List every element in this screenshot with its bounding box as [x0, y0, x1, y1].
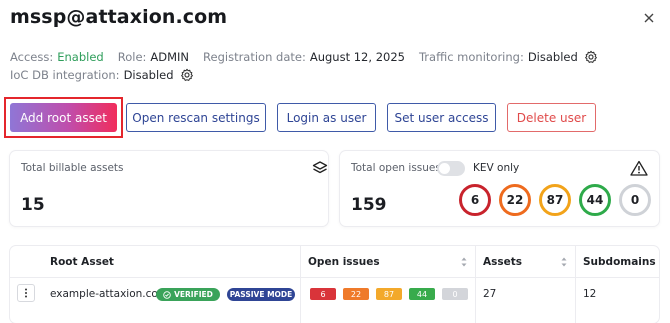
- registration-value: August 12, 2025: [309, 50, 405, 64]
- critical-issue-count[interactable]: 6: [310, 288, 336, 300]
- traffic-settings-gear-icon[interactable]: [584, 50, 598, 64]
- traffic-value: Disabled: [527, 50, 578, 64]
- add-root-asset-highlight: Add root asset: [4, 97, 123, 138]
- page-title: mssp@attaxion.com: [10, 6, 228, 28]
- high-issues-ring[interactable]: 22: [499, 184, 531, 216]
- delete-user-button[interactable]: Delete user: [507, 103, 596, 132]
- ioc-meta-row: IoC DB integration: Disabled: [10, 68, 194, 82]
- ioc-settings-gear-icon[interactable]: [180, 68, 194, 82]
- subdomains-count: 12: [583, 287, 597, 300]
- billable-value: 15: [21, 195, 45, 215]
- login-as-user-button[interactable]: Login as user: [277, 103, 376, 132]
- critical-issues-ring[interactable]: 6: [459, 184, 491, 216]
- add-root-asset-button[interactable]: Add root asset: [10, 103, 117, 132]
- medium-issues-ring[interactable]: 87: [539, 184, 571, 216]
- billable-assets-card: Total billable assets 15: [10, 151, 328, 226]
- root-asset-name[interactable]: example-attaxion.com: [50, 278, 168, 309]
- high-issue-count[interactable]: 22: [343, 288, 369, 300]
- open-rescan-settings-button[interactable]: Open rescan settings: [126, 103, 266, 132]
- toggle-knob: [439, 163, 450, 174]
- role-key: Role:: [117, 50, 147, 64]
- check-circle-icon: [163, 290, 171, 299]
- info-issue-count[interactable]: 0: [442, 288, 468, 300]
- medium-issue-count[interactable]: 87: [376, 288, 402, 300]
- registration-key: Registration date:: [203, 50, 306, 64]
- verified-badge-label: VERIFIED: [174, 290, 213, 299]
- traffic-key: Traffic monitoring:: [418, 50, 524, 64]
- user-meta-row: Access: Enabled Role: ADMIN Registration…: [10, 50, 598, 64]
- access-value: Enabled: [57, 50, 104, 64]
- kev-only-toggle[interactable]: [437, 161, 465, 176]
- verified-badge: VERIFIED: [156, 288, 220, 301]
- layers-icon: [312, 161, 328, 174]
- column-header-subdomains[interactable]: Subdomains: [583, 246, 656, 277]
- ioc-key: IoC DB integration:: [10, 68, 120, 82]
- close-icon[interactable]: [641, 10, 657, 26]
- warning-icon: [630, 160, 648, 176]
- sort-icon[interactable]: [560, 257, 568, 267]
- row-actions-menu-icon[interactable]: [17, 284, 35, 302]
- root-assets-table: Root Asset Open issues Assets Subdomains…: [10, 246, 659, 323]
- open-issues-card: Total open issues KEV only 159 6 22 87 4…: [340, 151, 659, 226]
- access-key: Access:: [10, 50, 54, 64]
- passive-mode-badge: PASSIVE MODE: [227, 288, 295, 301]
- set-user-access-button[interactable]: Set user access: [387, 103, 496, 132]
- assets-count: 27: [483, 287, 497, 300]
- sort-icon[interactable]: [460, 257, 468, 267]
- column-header-open-issues[interactable]: Open issues: [308, 246, 380, 277]
- open-issues-total: 159: [351, 195, 387, 215]
- info-issues-ring[interactable]: 0: [619, 184, 651, 216]
- low-issue-count[interactable]: 44: [409, 288, 435, 300]
- column-header-assets[interactable]: Assets: [483, 246, 522, 277]
- open-issues-label: Total open issues: [351, 162, 441, 174]
- column-header-root-asset[interactable]: Root Asset: [50, 246, 114, 277]
- low-issues-ring[interactable]: 44: [579, 184, 611, 216]
- kev-only-label: KEV only: [473, 162, 520, 174]
- billable-label: Total billable assets: [21, 162, 124, 174]
- role-value: ADMIN: [150, 50, 190, 64]
- ioc-value: Disabled: [123, 68, 174, 82]
